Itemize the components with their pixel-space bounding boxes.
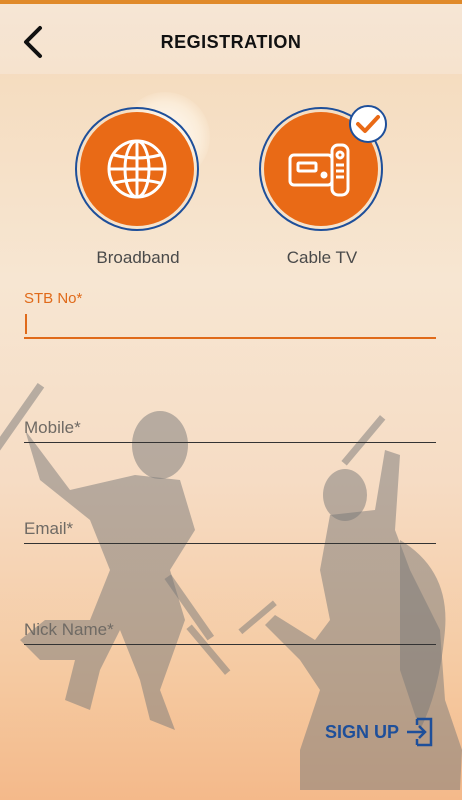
nickname-field [24,616,436,645]
globe-icon [107,139,167,199]
mobile-input[interactable] [24,414,436,443]
service-circle [75,107,199,231]
sign-in-door-icon [407,717,433,747]
service-label-broadband: Broadband [96,248,180,267]
mobile-field [24,414,436,443]
checkmark-icon [356,115,380,133]
text-cursor [25,314,27,334]
stb-number-field: STB No* [24,290,436,339]
service-label-cable-tv: Cable TV [286,248,358,267]
service-option-broadband[interactable]: Broadband [73,105,203,275]
stb-field-label: STB No* [24,290,83,307]
email-field [24,515,436,544]
signup-label: SIGN UP [325,721,400,742]
stb-number-input[interactable] [24,307,436,339]
signup-button[interactable]: SIGN UP [325,715,437,749]
selected-check-badge [349,105,387,143]
app-header: REGISTRATION [0,0,462,74]
page-title: REGISTRATION [160,32,302,52]
settop-box-remote-icon [288,143,350,197]
email-input[interactable] [24,515,436,544]
nickname-input[interactable] [24,616,436,645]
service-option-cable-tv[interactable]: Cable TV [257,105,387,275]
